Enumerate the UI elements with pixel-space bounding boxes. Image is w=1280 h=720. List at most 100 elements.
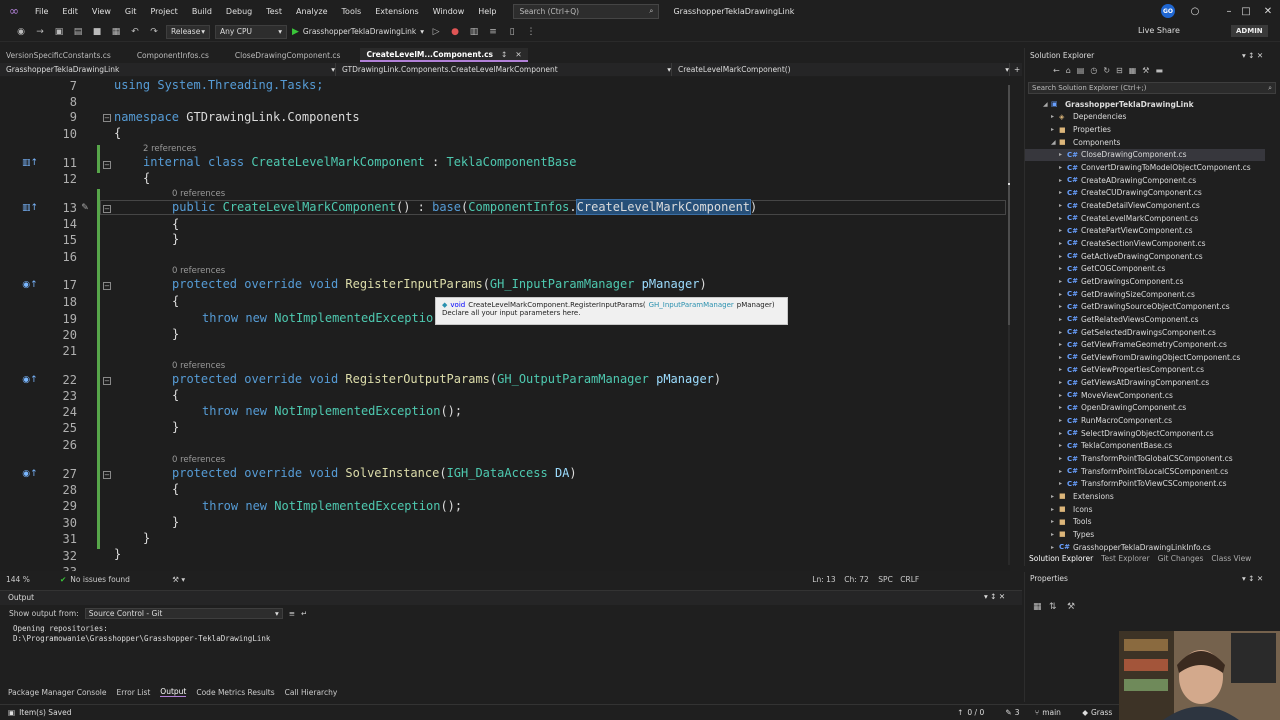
comment-icon[interactable]: ≡ (486, 25, 500, 39)
tree-file[interactable]: ▸ C# GetActiveDrawingComponent.cs (1025, 250, 1265, 263)
zoom-level[interactable]: 144 % (6, 575, 60, 584)
tree-file[interactable]: ▸ C# GetViewFromDrawingObjectComponent.cs (1025, 351, 1265, 364)
chevron-icon[interactable]: ▸ (1059, 354, 1067, 361)
chevron-icon[interactable]: ▸ (1059, 164, 1067, 171)
code-line-brace[interactable]: } (172, 232, 179, 246)
save-icon[interactable]: ■ (90, 25, 104, 39)
chevron-icon[interactable]: ▸ (1059, 480, 1067, 487)
avatar[interactable]: GO (1161, 4, 1175, 18)
tree-file[interactable]: ▸ C# GetViewPropertiesComponent.cs (1025, 364, 1265, 377)
menu-test[interactable]: Test (259, 7, 289, 16)
tree-file[interactable]: ▸ C# GetCOGComponent.cs (1025, 262, 1265, 275)
member-dropdown[interactable]: CreateLevelMarkComponent() ▾ (672, 63, 1010, 76)
alphabetical-icon[interactable]: ⇅ (1049, 602, 1057, 612)
code-line-brace[interactable]: } (143, 531, 150, 545)
menu-help[interactable]: Help (471, 7, 503, 16)
chevron-icon[interactable]: ▸ (1051, 531, 1059, 538)
chevron-icon[interactable]: ▸ (1059, 265, 1067, 272)
editor-vertical-scrollbar[interactable] (1008, 85, 1010, 565)
chevron-icon[interactable]: ▸ (1059, 253, 1067, 260)
start-without-debug-icon[interactable]: ▷ (429, 25, 443, 39)
close-window-icon[interactable]: ✕ (1251, 0, 1280, 22)
override-glyph-icon[interactable]: ◉↑ (22, 374, 37, 386)
fold-toggle-icon[interactable]: − (103, 205, 111, 213)
nav-back-icon[interactable]: ◉ (14, 25, 28, 39)
toolbar-options-icon[interactable]: ⋮ (524, 25, 538, 39)
repository-name[interactable]: Grass (1091, 708, 1112, 717)
tree-node-dependencies[interactable]: ▸ ◈ Dependencies (1025, 111, 1265, 124)
project-node[interactable]: ◢ ▣ GrasshopperTeklaDrawingLink (1025, 98, 1265, 111)
fold-toggle-icon[interactable]: − (103, 282, 111, 290)
tab-class-view[interactable]: Class View (1211, 554, 1251, 563)
tree-file[interactable]: ▸ C# CreateSectionViewComponent.cs (1025, 237, 1265, 250)
chevron-icon[interactable]: ▸ (1059, 227, 1067, 234)
chevron-icon[interactable]: ▸ (1059, 303, 1067, 310)
tab-close-drawing-component[interactable]: CloseDrawingComponent.cs (229, 48, 347, 62)
code-line-brace[interactable]: { (143, 171, 150, 185)
tree-file[interactable]: ▸ C# RunMacroComponent.cs (1025, 414, 1265, 427)
menu-git[interactable]: Git (118, 7, 144, 16)
panel-menu-icon[interactable]: ▾ ↕ ✕ (1242, 574, 1263, 583)
chevron-icon[interactable]: ▸ (1059, 278, 1067, 285)
branch-name[interactable]: main (1042, 708, 1082, 717)
menu-extensions[interactable]: Extensions (368, 7, 425, 16)
pending-changes-count[interactable]: 3 (1015, 708, 1035, 717)
tree-file[interactable]: ▸ C# TransformPointToGlobalCSComponent.cs (1025, 452, 1265, 465)
show-all-files-icon[interactable]: ▦ (1129, 66, 1137, 75)
override-glyph-icon[interactable]: ◉↑ (22, 279, 37, 291)
account-icon[interactable]: ○ (1178, 0, 1212, 22)
menu-window[interactable]: Window (426, 7, 472, 16)
code-line-brace[interactable]: { (114, 126, 121, 140)
tree-file[interactable]: ▸ C# GetDrawingsComponent.cs (1025, 275, 1265, 288)
code-line-namespace[interactable]: namespace GTDrawingLink.Components (114, 110, 360, 124)
tree-file[interactable]: ▸ C# CloseDrawingComponent.cs (1025, 148, 1265, 162)
configuration-select[interactable]: Release ▾ (166, 24, 210, 39)
tree-file[interactable]: ▸ C# GetDrawingSizeComponent.cs (1025, 288, 1265, 301)
code-line-class[interactable]: internal class CreateLevelMarkComponent … (143, 155, 577, 169)
properties-icon[interactable]: ⚒ (1142, 66, 1149, 75)
nav-forward-icon[interactable]: → (33, 25, 47, 39)
clear-output-icon[interactable]: ≡ (289, 609, 295, 618)
platform-select[interactable]: Any CPU ▾ (215, 24, 287, 39)
code-line-brace[interactable]: { (172, 217, 179, 231)
live-share-button[interactable]: Live Share (1138, 26, 1180, 35)
fold-toggle-icon[interactable]: − (103, 114, 111, 122)
chevron-icon[interactable]: ▸ (1059, 379, 1067, 386)
new-project-icon[interactable]: ▣ (52, 25, 66, 39)
implementation-glyph-icon[interactable]: ▥↑ (22, 157, 38, 169)
tab-solution-explorer[interactable]: Solution Explorer (1029, 554, 1093, 563)
tree-file[interactable]: ▸ C# CreateLevelMarkComponent.cs (1025, 212, 1265, 225)
code-line-brace[interactable]: } (114, 547, 121, 561)
code-line-register-input[interactable]: protected override void RegisterInputPar… (172, 277, 707, 291)
tree-file[interactable]: ▸ C# GetViewFrameGeometryComponent.cs (1025, 338, 1265, 351)
code-line-brace[interactable]: { (172, 294, 179, 308)
code-line-brace[interactable]: } (172, 420, 179, 434)
bookmark-icon[interactable]: ▯ (505, 25, 519, 39)
code-line-throw[interactable]: throw new NotImplementedExceptio (202, 311, 433, 325)
pending-changes-filter-icon[interactable]: ◷ (1090, 66, 1097, 75)
code-line-brace[interactable]: { (172, 482, 179, 496)
tree-file[interactable]: ▸ C# ConvertDrawingToModelObjectComponent.… (1025, 161, 1265, 174)
tree-file[interactable]: ▸ C# GetDrawingSourceObjectComponent.cs (1025, 300, 1265, 313)
menu-file[interactable]: File (28, 7, 55, 16)
tree-node-icons[interactable]: ▸ ■ Icons (1025, 503, 1265, 516)
tree-file[interactable]: ▸ C# TransformPointToViewCSComponent.cs (1025, 478, 1265, 491)
menu-tools[interactable]: Tools (335, 7, 369, 16)
tab-error-list[interactable]: Error List (117, 688, 151, 697)
chevron-icon[interactable]: ▸ (1051, 518, 1059, 525)
switch-views-icon[interactable]: ▤ (1077, 66, 1085, 75)
line-endings-status[interactable]: CRLF (900, 575, 919, 584)
split-editor-icon[interactable]: + (1010, 65, 1020, 74)
code-line-brace[interactable]: { (172, 388, 179, 402)
sync-icon[interactable]: ↻ (1103, 66, 1110, 75)
quick-actions-icon[interactable]: ✎ (78, 202, 92, 214)
tab-component-infos[interactable]: ComponentInfos.cs (131, 48, 215, 62)
chevron-icon[interactable]: ▸ (1059, 468, 1067, 475)
chevron-icon[interactable]: ▸ (1051, 493, 1059, 500)
chevron-icon[interactable]: ▸ (1059, 177, 1067, 184)
tree-file[interactable]: ▸ C# CreateADrawingComponent.cs (1025, 174, 1265, 187)
output-text[interactable]: Opening repositories: D:\Programowanie\G… (13, 624, 270, 644)
tab-test-explorer[interactable]: Test Explorer (1101, 554, 1149, 563)
chevron-icon[interactable]: ▸ (1051, 113, 1059, 120)
tree-file[interactable]: ▸ C# CreateDetailViewComponent.cs (1025, 199, 1265, 212)
